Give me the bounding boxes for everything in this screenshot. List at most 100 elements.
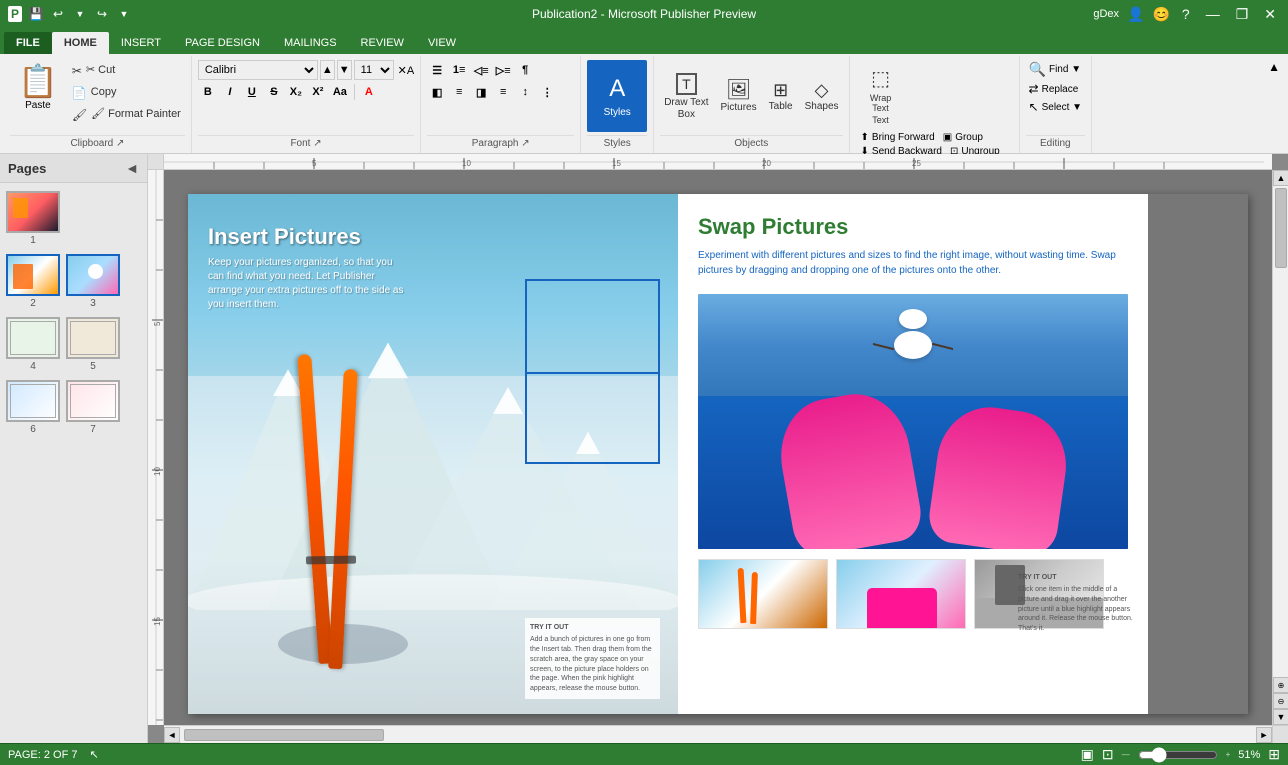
page-thumb-6[interactable]: 6 (6, 380, 60, 435)
document-scroll-area[interactable]: Insert Pictures Keep your pictures organ… (164, 170, 1272, 725)
zoom-minus-button[interactable]: — (1122, 750, 1130, 759)
bullets-button[interactable]: ☰ (427, 60, 447, 80)
font-content: Calibri ▲ ▼ 11 ✕A B I U S X₂ X² Aa A (198, 58, 414, 135)
h-scroll-thumb[interactable] (184, 729, 384, 741)
scroll-contract-button[interactable]: ⊖ (1273, 693, 1288, 709)
clipboard-content: 📋 Paste ✂ ✂ Cut 📄 Copy 🖌 🖌 Format Painte… (10, 58, 185, 135)
scroll-right-button[interactable]: ► (1256, 727, 1272, 743)
indent-less-button[interactable]: ◁≡ (471, 60, 491, 80)
tab-review[interactable]: REVIEW (349, 32, 416, 54)
indent-more-button[interactable]: ▷≡ (493, 60, 513, 80)
page-thumb-2[interactable]: 2 (6, 254, 60, 309)
underline-button[interactable]: U (242, 82, 262, 102)
undo-button[interactable]: ↩ (50, 6, 66, 22)
scroll-left-button[interactable]: ◄ (164, 727, 180, 743)
minimize-button[interactable]: — (1202, 6, 1224, 22)
format-painter-button[interactable]: 🖌 🖌 Format Painter (68, 104, 185, 126)
try-it-label-right: TRY IT OUT (1018, 573, 1133, 583)
view-normal-button[interactable]: ▣ (1081, 746, 1094, 763)
scroll-down-button[interactable]: ▼ (1273, 709, 1288, 725)
v-scroll-thumb[interactable] (1275, 188, 1287, 268)
user-avatar-icon: 👤 (1127, 6, 1144, 23)
cut-button[interactable]: ✂ ✂ Cut (68, 60, 185, 82)
superscript-button[interactable]: X² (308, 82, 328, 102)
bring-forward-button[interactable]: ⬆ Bring Forward (858, 131, 938, 144)
undo-dropdown-button[interactable]: ▼ (72, 6, 88, 22)
help-button[interactable]: ? (1178, 6, 1194, 22)
tab-view[interactable]: VIEW (416, 32, 468, 54)
close-button[interactable]: ✕ (1260, 6, 1280, 23)
align-center-button[interactable]: ≡ (449, 82, 469, 102)
subscript-button[interactable]: X₂ (286, 82, 306, 102)
page-thumb-3[interactable]: 3 (66, 254, 120, 309)
bold-button[interactable]: B (198, 82, 218, 102)
ribbon-collapse-button[interactable]: ▲ (1268, 60, 1280, 74)
page-thumb-1[interactable]: 1 (6, 191, 60, 246)
page-thumb-4[interactable]: 4 (6, 317, 60, 372)
scroll-expand-button[interactable]: ⊕ (1273, 677, 1288, 693)
restore-button[interactable]: ❐ (1232, 6, 1253, 23)
styles-button[interactable]: A Styles (587, 60, 647, 132)
bring-forward-icon: ⬆ (861, 132, 869, 143)
insert-pictures-desc: Keep your pictures organized, so that yo… (208, 256, 408, 312)
wrap-text-button[interactable]: ⬚ WrapText Text (856, 60, 906, 130)
app-title: Publication2 - Microsoft Publisher Previ… (532, 7, 756, 21)
show-marks-button[interactable]: ¶ (515, 60, 535, 80)
italic-button[interactable]: I (220, 82, 240, 102)
font-name-select[interactable]: Calibri (198, 60, 318, 80)
tab-file[interactable]: FILE (4, 32, 52, 54)
copy-button[interactable]: 📄 Copy (68, 82, 185, 104)
font-label: Font ↗ (198, 135, 414, 151)
horizontal-scrollbar[interactable]: ◄ ► (164, 725, 1272, 743)
select-button[interactable]: ↖ Select ▼ (1026, 99, 1086, 115)
line-spacing-button[interactable]: ↕ (515, 82, 535, 102)
tab-mailings[interactable]: MAILINGS (272, 32, 349, 54)
pictures-button[interactable]: 🖼 Pictures (716, 62, 760, 132)
vertical-scrollbar[interactable]: ▲ ⊕ ⊖ ▼ (1272, 170, 1288, 725)
redo-button[interactable]: ↪ (94, 6, 110, 22)
zoom-plus-button[interactable]: + (1226, 750, 1231, 759)
zoom-slider[interactable] (1138, 750, 1218, 760)
paste-button[interactable]: 📋 Paste (10, 60, 66, 113)
font-size-up-button[interactable]: ▲ (320, 60, 335, 80)
view-page-button[interactable]: ⊡ (1102, 746, 1114, 763)
strikethrough-button[interactable]: S (264, 82, 284, 102)
tab-insert[interactable]: INSERT (109, 32, 173, 54)
justify-button[interactable]: ≡ (493, 82, 513, 102)
page-thumb-5[interactable]: 5 (66, 317, 120, 372)
group-button[interactable]: ▣ Group (940, 131, 986, 144)
fit-page-button[interactable]: ⊞ (1268, 746, 1280, 763)
replace-button[interactable]: ⇄ Replace (1026, 81, 1082, 97)
user-account[interactable]: gDex (1093, 8, 1119, 20)
numbering-button[interactable]: 1≡ (449, 60, 469, 80)
font-size-down-button[interactable]: ▼ (337, 60, 352, 80)
canvas-area[interactable]: 5 10 15 20 25 (148, 154, 1288, 743)
pages-panel: Pages ◄ 1 2 (0, 154, 148, 743)
clear-formatting-icon[interactable]: ✕A (398, 64, 415, 77)
clipboard-expand-button[interactable]: ↗ (116, 138, 124, 149)
cut-label: ✂ Cut (86, 64, 115, 77)
save-button[interactable]: 💾 (28, 6, 44, 22)
case-button[interactable]: Aa (330, 82, 350, 102)
find-button[interactable]: 🔍 Find ▼ (1026, 60, 1085, 79)
table-button[interactable]: ⊞ Table (765, 62, 797, 132)
tab-home[interactable]: HOME (52, 32, 109, 54)
pages-collapse-button[interactable]: ◄ (125, 160, 139, 176)
font-expand-button[interactable]: ↗ (313, 138, 321, 149)
quick-access-more-button[interactable]: ▼ (116, 6, 132, 22)
page-thumb-7[interactable]: 7 (66, 380, 120, 435)
shapes-button[interactable]: ◇ Shapes (801, 62, 843, 132)
page-thumb-img-1 (6, 191, 60, 233)
align-left-button[interactable]: ◧ (427, 82, 447, 102)
styles-icon: A (609, 75, 625, 103)
draw-text-box-button[interactable]: T Draw TextBox (660, 62, 712, 132)
font-color-button[interactable]: A (359, 82, 379, 102)
arrange-row-1: ⬆ Bring Forward ▣ Group (858, 131, 1003, 144)
column-button[interactable]: ⋮ (537, 82, 557, 102)
paste-icon: 📋 (18, 62, 58, 100)
tab-page-design[interactable]: PAGE DESIGN (173, 32, 272, 54)
scroll-up-button[interactable]: ▲ (1273, 170, 1288, 186)
align-right-button[interactable]: ◨ (471, 82, 491, 102)
paragraph-expand-button[interactable]: ↗ (521, 138, 529, 149)
font-size-select[interactable]: 11 (354, 60, 394, 80)
